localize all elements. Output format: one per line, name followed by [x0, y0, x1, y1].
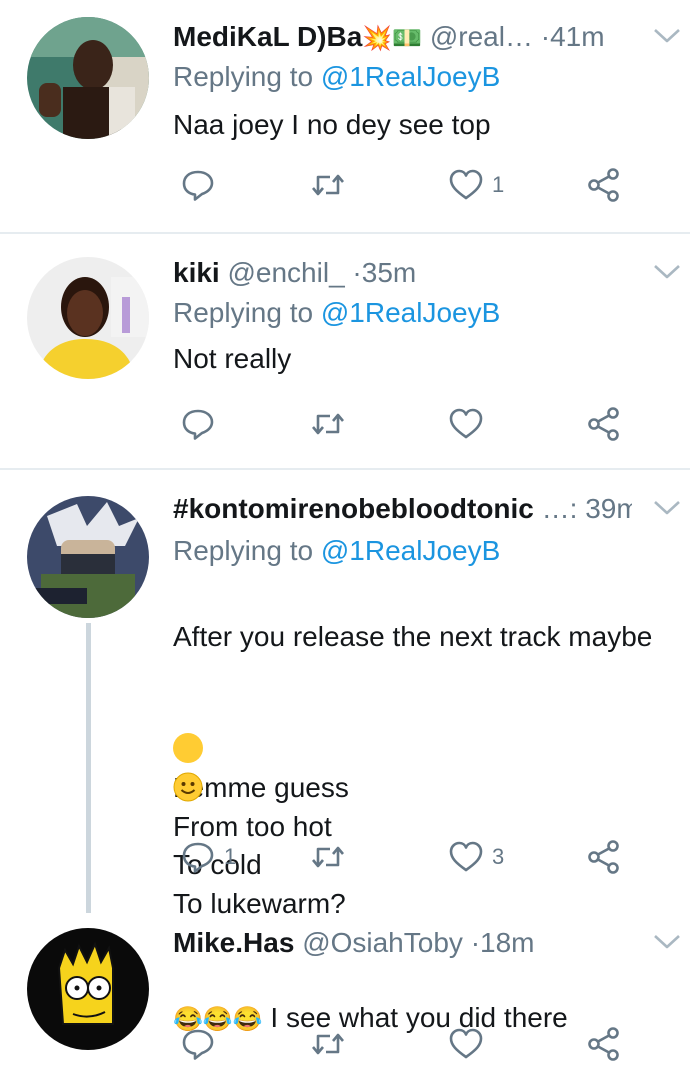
timestamp[interactable]: 41m	[550, 21, 604, 52]
retweet-button[interactable]	[310, 163, 354, 207]
retweet-icon	[310, 1026, 346, 1062]
retweet-icon	[310, 167, 346, 203]
retweet-button[interactable]	[310, 1022, 354, 1066]
chevron-down-icon[interactable]	[652, 262, 682, 282]
share-button[interactable]	[586, 1022, 622, 1066]
replying-to-label: Replying to	[173, 535, 314, 566]
action-bar	[0, 1022, 690, 1066]
action-bar	[0, 402, 690, 446]
tweet[interactable]: Mike.Has @OsiahToby ·18m 😂😂😂 I see what …	[0, 910, 690, 1075]
share-icon	[586, 167, 622, 203]
display-name[interactable]: MediKaL D)Ba	[173, 21, 362, 52]
replying-to: Replying to @1RealJoeyB	[173, 296, 500, 330]
mention-link[interactable]: @1RealJoeyB	[321, 61, 500, 92]
like-button[interactable]: 1	[448, 163, 504, 207]
share-icon	[586, 1026, 622, 1062]
display-name[interactable]: kiki	[173, 257, 220, 288]
tweet-header: kiki @enchil_ ·35m	[173, 256, 632, 290]
reply-icon	[180, 1026, 216, 1062]
timestamp[interactable]: 18m	[480, 927, 534, 958]
tweet-text: Naa joey I no dey see top	[173, 109, 491, 140]
avatar[interactable]	[27, 496, 149, 618]
name-emojis: 💥💵	[362, 25, 423, 52]
handle[interactable]: @OsiahToby	[302, 927, 463, 958]
reply-icon	[180, 839, 216, 875]
mention-link[interactable]: @1RealJoeyB	[321, 535, 500, 566]
timestamp[interactable]: 39m	[585, 493, 632, 524]
reply-icon	[180, 167, 216, 203]
tweet-text: After you release the next track maybe L…	[173, 579, 690, 962]
share-icon	[586, 406, 622, 442]
separator-dot: ·	[540, 21, 551, 52]
reply-button[interactable]: 1	[180, 835, 236, 879]
tweet[interactable]: #kontomirenobebloodtonic …: 39m Replying…	[0, 470, 690, 919]
share-button[interactable]	[586, 402, 622, 446]
replying-to: Replying to @1RealJoeyB	[173, 60, 500, 94]
tweet-header: Mike.Has @OsiahToby ·18m	[173, 926, 632, 960]
share-button[interactable]	[586, 835, 622, 879]
heart-icon	[448, 167, 484, 203]
reply-button[interactable]	[180, 163, 224, 207]
reply-count: 1	[224, 844, 237, 869]
like-button[interactable]	[448, 402, 492, 446]
share-button[interactable]	[586, 163, 622, 207]
like-button[interactable]: 3	[448, 835, 504, 879]
smiling-face-emoji	[173, 733, 203, 801]
tweet-text: Not really	[173, 343, 292, 374]
separator-dot: ·	[352, 257, 362, 288]
replying-to-label: Replying to	[173, 61, 314, 92]
like-count: 3	[492, 844, 505, 869]
name-overflow: …:	[541, 493, 578, 524]
replying-to: Replying to @1RealJoeyB	[173, 534, 500, 568]
heart-icon	[448, 1026, 484, 1062]
tweet-text-line: After you release the next track maybe	[173, 620, 653, 652]
heart-icon	[448, 839, 484, 875]
chevron-down-icon[interactable]	[652, 498, 682, 518]
separator-dot: ·	[470, 927, 481, 958]
smile-emoji-line	[173, 695, 690, 801]
display-name[interactable]: Mike.Has	[173, 927, 294, 958]
mention-link[interactable]: @1RealJoeyB	[321, 297, 500, 328]
like-button[interactable]	[448, 1022, 492, 1066]
retweet-button[interactable]	[310, 835, 354, 879]
tweet-header: #kontomirenobebloodtonic …: 39m	[173, 492, 632, 526]
display-name[interactable]: #kontomirenobebloodtonic	[173, 493, 534, 524]
retweet-icon	[310, 406, 346, 442]
tweet-header: MediKaL D)Ba💥💵 @real… ·41m	[173, 20, 632, 56]
avatar[interactable]	[27, 17, 149, 139]
reply-icon	[180, 406, 216, 442]
like-count: 1	[492, 172, 505, 197]
tweet[interactable]: kiki @enchil_ ·35m Replying to @1RealJoe…	[0, 234, 690, 466]
action-bar: 1	[0, 163, 690, 207]
heart-icon	[448, 406, 484, 442]
chevron-down-icon[interactable]	[652, 26, 682, 46]
handle[interactable]: @real…	[430, 21, 533, 52]
avatar[interactable]	[27, 257, 149, 379]
retweet-icon	[310, 839, 346, 875]
replying-to-label: Replying to	[173, 297, 314, 328]
retweet-button[interactable]	[310, 402, 354, 446]
tweet[interactable]: MediKaL D)Ba💥💵 @real… ·41m Replying to @…	[0, 0, 690, 232]
timestamp[interactable]: 35m	[362, 257, 416, 288]
reply-button[interactable]	[180, 1022, 224, 1066]
action-bar: 1 3	[0, 835, 690, 879]
chevron-down-icon[interactable]	[652, 932, 682, 952]
share-icon	[586, 839, 622, 875]
reply-button[interactable]	[180, 402, 224, 446]
handle[interactable]: @enchil_	[227, 257, 344, 288]
